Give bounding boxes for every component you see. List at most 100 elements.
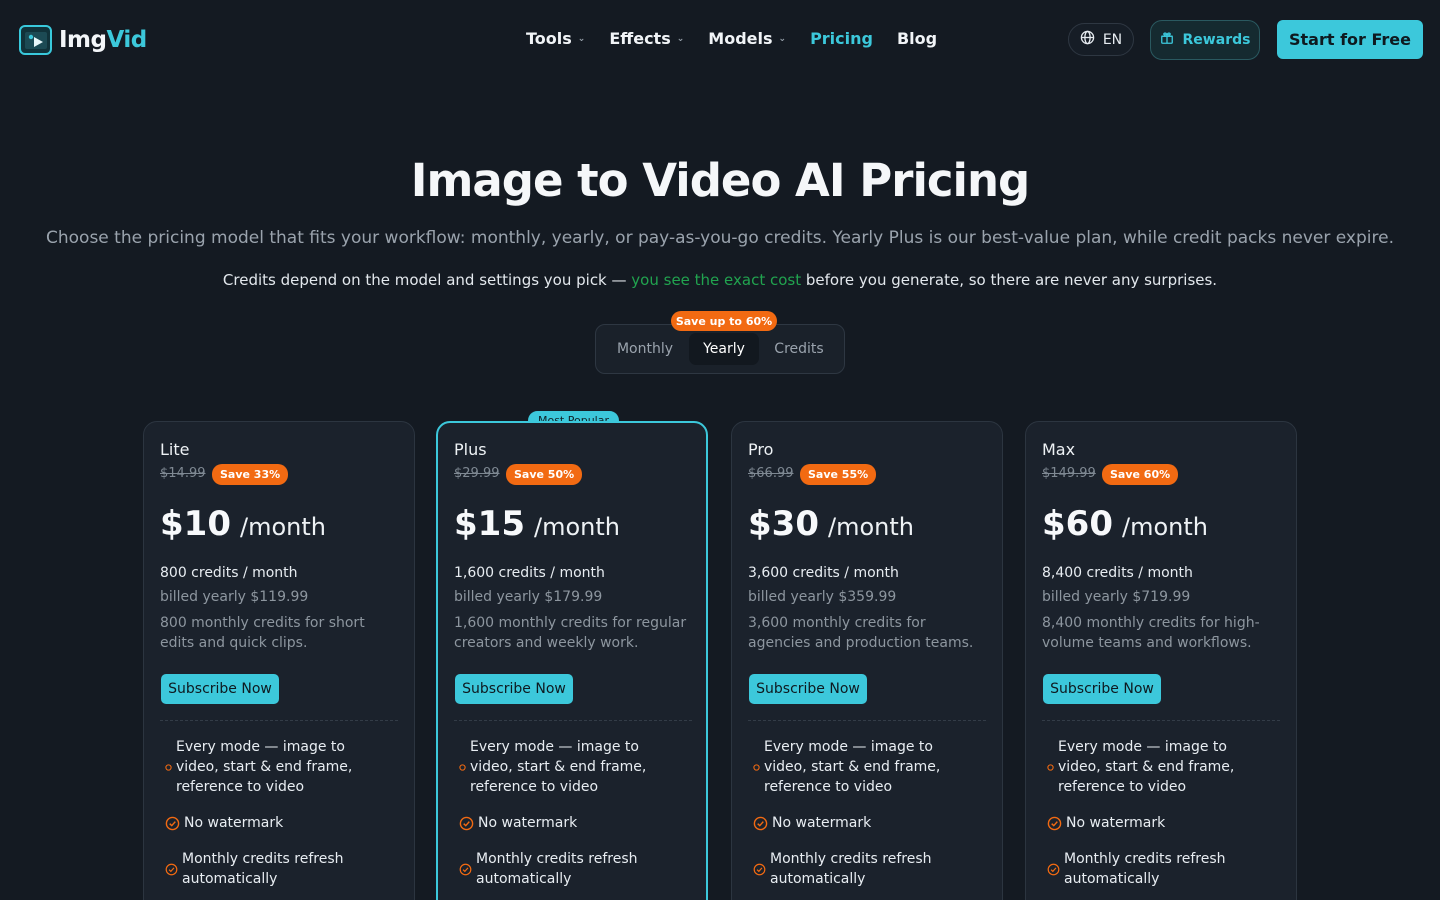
globe-icon	[1080, 30, 1095, 49]
check-circle-icon	[454, 816, 478, 831]
divider	[748, 720, 986, 721]
chevron-down-icon: ⌄	[577, 33, 586, 44]
feature-text: Monthly credits refresh automatically	[770, 851, 932, 887]
feature-item: Monthly credits refresh automatically	[454, 849, 694, 889]
brand-name: ImgVid	[59, 27, 147, 53]
feature-item: Every mode — image to video, start & end…	[1042, 737, 1282, 797]
plan-old-price: $149.99	[1042, 466, 1096, 481]
nav-blog[interactable]: Blog	[897, 29, 937, 48]
check-circle-icon	[1042, 763, 1058, 771]
nav-label: Models	[708, 29, 773, 48]
billing-toggle: Monthly Yearly Credits	[595, 324, 845, 374]
plan-save-badge: Save 50%	[506, 464, 583, 485]
plan-save-badge: Save 55%	[800, 464, 877, 485]
feature-text: Every mode — image to video, start & end…	[470, 739, 647, 795]
billing-option-monthly[interactable]: Monthly	[608, 333, 682, 365]
feature-text: Every mode — image to video, start & end…	[176, 739, 353, 795]
feature-text: Every mode — image to video, start & end…	[1058, 739, 1235, 795]
plan-price-amount: $30	[748, 504, 819, 544]
gift-icon	[1160, 31, 1174, 49]
nav-effects[interactable]: Effects ⌄	[609, 29, 684, 48]
feature-item: Every mode — image to video, start & end…	[160, 737, 400, 797]
nav-label: Effects	[609, 29, 671, 48]
nav-label: Blog	[896, 29, 938, 48]
feature-item: No watermark	[454, 813, 577, 833]
feature-text: No watermark	[478, 815, 578, 831]
plan-credits: 800 credits / month	[160, 565, 298, 581]
plan-price-period: /month	[827, 513, 914, 541]
plan-price: $30 /month	[748, 504, 914, 544]
billing-option-yearly[interactable]: Yearly	[689, 333, 759, 365]
note-highlight: you see the exact cost	[631, 271, 802, 289]
divider	[454, 720, 692, 721]
plan-price-period: /month	[1121, 513, 1208, 541]
subscribe-button[interactable]: Subscribe Now	[161, 674, 279, 704]
page-subtitle: Choose the pricing model that fits your …	[46, 228, 1394, 248]
feature-item: Every mode — image to video, start & end…	[454, 737, 694, 797]
plan-price: $60 /month	[1042, 504, 1208, 544]
plan-name: Plus	[454, 440, 487, 459]
subscribe-button[interactable]: Subscribe Now	[749, 674, 867, 704]
plan-billed: billed yearly $719.99	[1042, 589, 1191, 605]
plan-description: 8,400 monthly credits for high-volume te…	[1042, 615, 1260, 651]
chevron-down-icon: ⌄	[778, 33, 787, 44]
feature-text: Monthly credits refresh automatically	[476, 851, 638, 887]
plan-description: 1,600 monthly credits for regular creato…	[454, 615, 687, 651]
check-circle-icon	[454, 863, 476, 876]
top-navbar: ImgVid Tools ⌄ Effects ⌄ Models ⌄ Pricin…	[0, 0, 1440, 80]
feature-text: No watermark	[772, 815, 872, 831]
language-label: EN	[1102, 31, 1123, 48]
feature-item: No watermark	[748, 813, 871, 833]
credits-note: Credits depend on the model and settings…	[0, 271, 1440, 289]
plan-card-plus: Plus $29.99 Save 50% $15 /month 1,600 cr…	[436, 421, 708, 900]
chevron-down-icon: ⌄	[676, 33, 685, 44]
note-text-before: Credits depend on the model and settings…	[222, 271, 632, 289]
plan-save-badge: Save 60%	[1102, 464, 1179, 485]
feature-text: Monthly credits refresh automatically	[1064, 851, 1226, 887]
feature-text: No watermark	[1066, 815, 1166, 831]
nav-pricing[interactable]: Pricing	[810, 29, 873, 48]
plan-billed: billed yearly $179.99	[454, 589, 603, 605]
start-for-free-button[interactable]: Start for Free	[1277, 20, 1423, 59]
divider	[1042, 720, 1280, 721]
plan-name: Pro	[748, 440, 774, 459]
feature-item: Every mode — image to video, start & end…	[748, 737, 988, 797]
plan-old-price: $29.99	[454, 466, 500, 481]
brand-logo[interactable]: ImgVid	[19, 25, 147, 55]
divider	[160, 720, 398, 721]
subscribe-button[interactable]: Subscribe Now	[1043, 674, 1161, 704]
feature-text: Every mode — image to video, start & end…	[764, 739, 941, 795]
nav-models[interactable]: Models ⌄	[708, 29, 786, 48]
plan-old-price: $14.99	[160, 466, 206, 481]
save-up-to-badge: Save up to 60%	[671, 311, 777, 331]
rewards-button[interactable]: Rewards	[1150, 20, 1260, 60]
plan-credits: 1,600 credits / month	[454, 565, 605, 581]
feature-item: Monthly credits refresh automatically	[160, 849, 400, 889]
billing-option-credits[interactable]: Credits	[763, 333, 835, 365]
feature-item: Monthly credits refresh automatically	[1042, 849, 1282, 889]
plan-save-badge: Save 33%	[212, 464, 289, 485]
check-circle-icon	[1042, 863, 1064, 876]
brand-name-part1: Img	[59, 27, 107, 53]
page-title: Image to Video AI Pricing	[410, 154, 1030, 207]
check-circle-icon	[160, 863, 182, 876]
plan-price: $15 /month	[454, 504, 620, 544]
plan-price-amount: $15	[454, 504, 525, 544]
plan-price-amount: $10	[160, 504, 231, 544]
main-nav: Tools ⌄ Effects ⌄ Models ⌄ Pricing Blog	[526, 29, 961, 48]
play-image-icon	[19, 25, 52, 55]
language-selector[interactable]: EN	[1068, 23, 1134, 56]
plan-description: 800 monthly credits for short edits and …	[160, 615, 365, 651]
check-circle-icon	[1042, 816, 1066, 831]
subscribe-button[interactable]: Subscribe Now	[455, 674, 573, 704]
nav-tools[interactable]: Tools ⌄	[526, 29, 585, 48]
plan-price-period: /month	[533, 513, 620, 541]
plan-card-pro: Pro $66.99 Save 55% $30 /month 3,600 cre…	[731, 421, 1003, 900]
rewards-label: Rewards	[1182, 32, 1251, 48]
plan-credits: 3,600 credits / month	[748, 565, 899, 581]
plan-price-amount: $60	[1042, 504, 1113, 544]
nav-label: Pricing	[810, 29, 873, 48]
plan-credits: 8,400 credits / month	[1042, 565, 1193, 581]
plan-card-max: Max $149.99 Save 60% $60 /month 8,400 cr…	[1025, 421, 1297, 900]
feature-item: Monthly credits refresh automatically	[748, 849, 988, 889]
